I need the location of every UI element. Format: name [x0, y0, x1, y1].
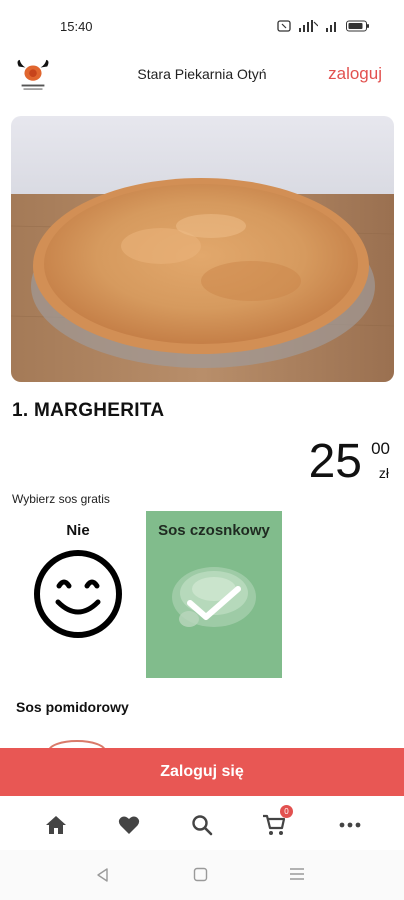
- product-price: 25 00 zł: [300, 435, 390, 489]
- home-nav-icon[interactable]: [193, 867, 208, 882]
- search-icon: [192, 815, 213, 836]
- nfc-icon: [277, 20, 291, 32]
- system-nav-bar: [0, 850, 404, 900]
- signal-icon-2: [326, 22, 336, 32]
- sauce-option-tomato-label: Sos pomidorowy: [16, 699, 129, 715]
- more-icon: [339, 822, 361, 828]
- nav-search[interactable]: [189, 812, 215, 838]
- price-currency: zł: [378, 465, 389, 481]
- cart-badge: 0: [280, 805, 293, 818]
- product-image: [11, 116, 394, 382]
- app-header: Stara Piekarnia Otyń zaloguj: [0, 52, 404, 100]
- bottom-nav: 0: [0, 805, 404, 844]
- nav-cart[interactable]: 0: [261, 805, 293, 838]
- price-cents: 00: [371, 439, 390, 458]
- price-main: 25: [308, 435, 362, 488]
- sauce-option-none[interactable]: Nie: [10, 511, 146, 678]
- sauce-prompt: Wybierz sos gratis: [12, 492, 110, 506]
- product-name: 1. MARGHERITA: [12, 400, 165, 421]
- login-button[interactable]: Zaloguj się: [0, 748, 404, 796]
- sauce-option-label: Nie: [66, 522, 90, 539]
- back-icon[interactable]: [95, 867, 109, 883]
- nav-favorites[interactable]: [116, 812, 142, 838]
- battery-icon: [346, 20, 369, 32]
- status-icons: [277, 20, 370, 32]
- home-icon: [46, 816, 66, 834]
- signal-icon: [299, 20, 318, 32]
- check-icon: [187, 586, 241, 620]
- sauce-option-label: Sos czosnkowy: [158, 522, 270, 539]
- menu-nav-icon[interactable]: [289, 867, 305, 881]
- status-bar: 15:40: [0, 0, 404, 50]
- smiley-icon: [34, 550, 122, 638]
- status-time: 15:40: [60, 19, 93, 34]
- heart-icon: [118, 816, 140, 834]
- cart-icon: [263, 814, 286, 835]
- nav-more[interactable]: [337, 812, 363, 838]
- login-link[interactable]: zaloguj: [328, 64, 382, 84]
- nav-home[interactable]: [43, 812, 69, 838]
- sauce-option-garlic[interactable]: Sos czosnkowy: [146, 511, 282, 678]
